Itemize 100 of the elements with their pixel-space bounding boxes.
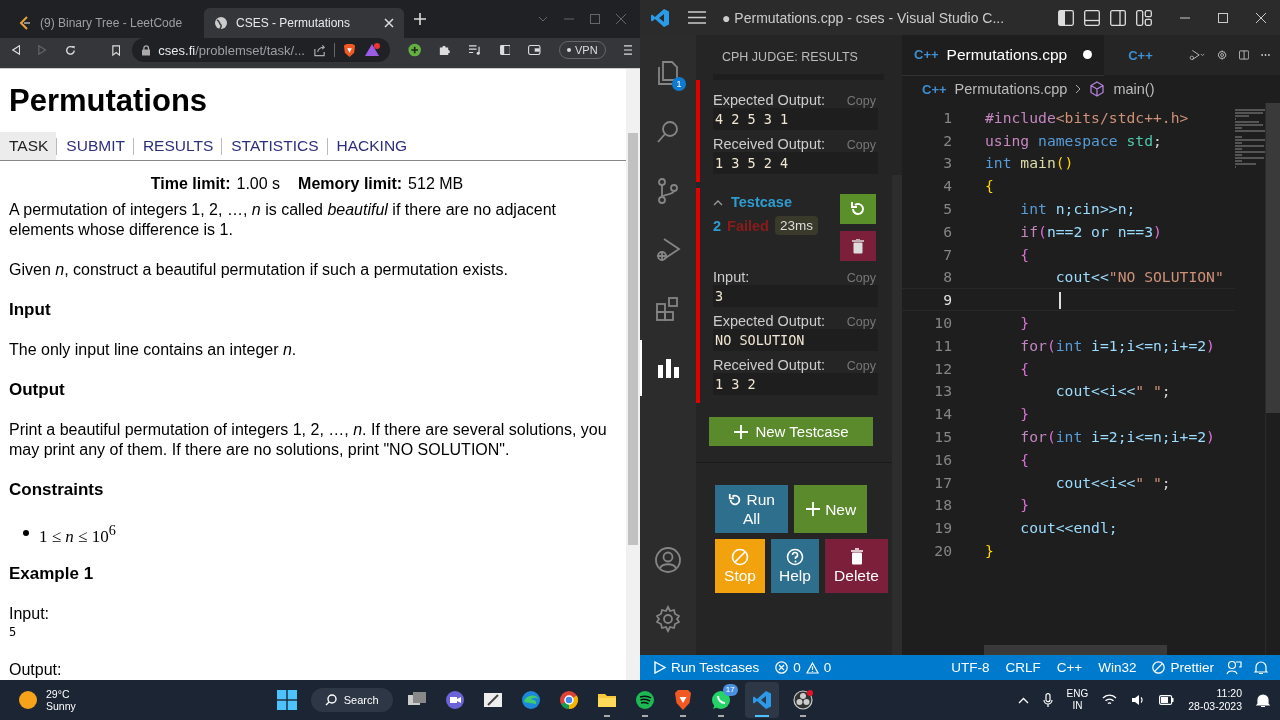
temperature-text[interactable]: 29°C	[46, 688, 76, 700]
code-line: }	[1019, 496, 1030, 514]
address-bar[interactable]: cses.fi/problemset/task/...	[131, 38, 390, 62]
section-heading: Example 1	[9, 563, 95, 584]
nav-tab[interactable]: SUBMIT	[57, 132, 133, 160]
line-number: 2	[942, 131, 953, 149]
panel-title: CPH JUDGE: RESULTS	[721, 49, 859, 66]
language-label: C++	[914, 47, 939, 62]
copy-link[interactable]: Copy	[846, 315, 876, 329]
field-label: Received Output:	[713, 136, 826, 152]
browser-tab[interactable]: CSES - Permutations	[204, 8, 404, 38]
nav-tab[interactable]: TASK	[0, 132, 57, 160]
run-testcases-button[interactable]: Run Testcases	[654, 660, 760, 675]
code-line: int n;cin>>n;	[1019, 200, 1136, 218]
breadcrumb-item[interactable]: Permutations.cpp	[954, 81, 1068, 97]
status-item[interactable]: C++	[1056, 660, 1083, 675]
code-line: cout<<endl;	[1019, 519, 1118, 537]
line-number: 6	[942, 222, 953, 240]
copy-link[interactable]: Copy	[846, 138, 876, 152]
code-line: }	[1019, 405, 1030, 423]
section-heading: Constraints	[9, 480, 105, 500]
section-heading: Input	[9, 300, 52, 320]
testcase-toggle[interactable]: Testcase	[713, 194, 818, 210]
line-number: 8	[942, 268, 953, 286]
line-number: 5	[942, 200, 953, 218]
weather-text[interactable]: Sunny	[46, 700, 76, 712]
section-heading: Output	[9, 380, 66, 400]
status-item[interactable]: UTF-8	[951, 660, 990, 675]
line-number: 9	[942, 291, 953, 309]
copy-link[interactable]: Copy	[846, 359, 876, 373]
line-number: 18	[933, 496, 953, 514]
line-number: 1	[942, 108, 953, 126]
field-label: Expected Output:	[713, 313, 826, 329]
new-testcase-button[interactable]: New Testcase	[709, 417, 873, 446]
code-line: for(int i=1;i<=n;i+=2)	[1019, 336, 1215, 354]
example-label: Input:	[9, 603, 51, 624]
count-badge: 1	[672, 77, 686, 91]
example-value: 5	[9, 623, 18, 640]
clock[interactable]: 11:20 28-03-2023	[1188, 687, 1242, 713]
code-line: for(int i=2;i<=n;i+=2)	[1019, 428, 1215, 446]
line-number: 11	[933, 336, 953, 354]
new-button[interactable]: New	[794, 485, 867, 533]
nav-tab[interactable]: RESULTS	[133, 132, 222, 160]
constraint-text: 1 ≤ n ≤ 10$^{6}$	[39, 521, 116, 547]
limit-value: 1.00 s	[236, 174, 281, 194]
editor-tab[interactable]: C++	[1116, 35, 1165, 75]
code-line: }	[1019, 314, 1030, 332]
breadcrumb-item[interactable]: main()	[1113, 81, 1155, 97]
delete-button[interactable]: Delete	[825, 539, 888, 593]
code-line: {	[985, 177, 994, 195]
copy-link[interactable]: Copy	[846, 94, 876, 108]
help-button[interactable]: Help	[771, 539, 819, 593]
editor-tab[interactable]: C++ Permutations.cpp	[902, 35, 1105, 76]
page-title: Permutations	[9, 84, 209, 118]
code-line: #include<bits/stdc++.h>	[985, 108, 1189, 126]
language-label: C++	[1128, 47, 1153, 63]
count-badge: 17	[722, 684, 738, 696]
verdict-text: Failed	[727, 217, 769, 234]
line-number: 3	[942, 154, 953, 172]
paragraph: The only input line contains an integer n.	[9, 340, 298, 360]
problems-indicator[interactable]: 0 0	[775, 660, 832, 675]
code-line: using namespace std;	[985, 131, 1162, 149]
code-line: }	[985, 542, 994, 560]
testcase-number: 2	[713, 217, 722, 234]
output-box: 1 3 5 2 4	[713, 152, 878, 174]
nav-tab[interactable]: STATISTICS	[222, 132, 327, 160]
limit-label: Memory limit:	[298, 174, 403, 194]
search-field[interactable]: Search	[310, 688, 393, 712]
code-line: {	[1019, 245, 1030, 263]
code-line: cout<<i<<" ";	[1054, 382, 1171, 400]
prettier-button[interactable]: Prettier	[1152, 660, 1214, 675]
status-item[interactable]: Win32	[1098, 660, 1137, 675]
field-label: Received Output:	[713, 357, 826, 373]
status-item[interactable]: CRLF	[1005, 660, 1041, 675]
code-line: cout<<"NO SOLUTION"	[1054, 268, 1224, 286]
code-line: int main()	[985, 154, 1074, 172]
window-title: ● Permutations.cpp - cses - Visual Studio C...	[722, 9, 1005, 26]
code-line: if(n==2 or n==3)	[1019, 222, 1162, 240]
line-number: 19	[933, 519, 953, 537]
line-number: 10	[933, 314, 953, 332]
nav-tab[interactable]: HACKING	[327, 132, 416, 160]
line-number: 12	[933, 359, 953, 377]
paragraph: Print a beautiful permutation of integers 1, 2, …, n. If there are several solutions, you may print any of them. If there are no solutions, print "NO SOLUTION".	[9, 420, 608, 460]
output-box: 1 3 2	[713, 373, 878, 395]
line-number: 15	[933, 428, 953, 446]
line-number: 4	[942, 177, 953, 195]
code-line: {	[1019, 450, 1030, 468]
copy-link[interactable]: Copy	[846, 271, 876, 285]
language-label: C++	[922, 81, 947, 97]
language-indicator[interactable]: ENG IN	[1066, 688, 1089, 712]
output-box: 4 2 5 3 1	[713, 108, 878, 130]
run-button[interactable]: Run All	[715, 485, 788, 533]
line-number: 14	[933, 405, 953, 423]
output-box: NO SOLUTION	[713, 329, 878, 351]
line-number: 7	[942, 245, 953, 263]
paragraph: Given n, construct a beautiful permutation if such a permutation exists.	[9, 260, 509, 280]
line-number: 13	[933, 382, 953, 400]
field-label: Expected Output:	[713, 92, 826, 108]
limit-value: 512 MB	[408, 174, 464, 194]
browser-tab[interactable]: (9) Binary Tree - LeetCode	[8, 8, 204, 38]
